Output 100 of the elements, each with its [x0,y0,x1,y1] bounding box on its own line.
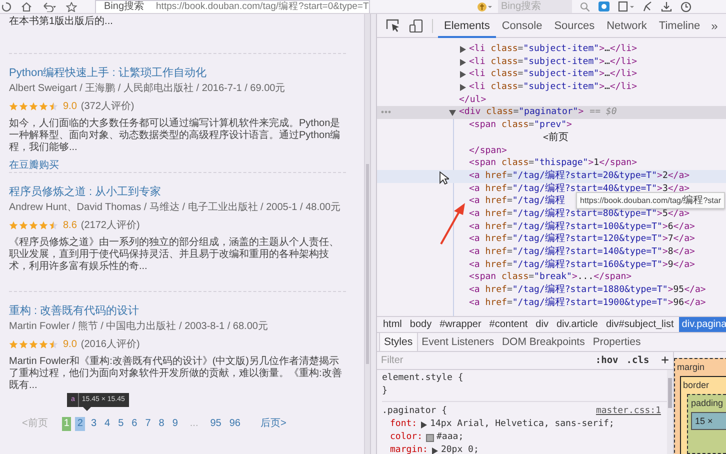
expand-triangle-icon[interactable] [459,46,466,53]
dom-node-text: <a href="/tag/编程?start=1880&type=T">95</a> [469,284,706,296]
dom-tree-row[interactable]: <div class="paginator"> == $0 [377,106,726,120]
breadcrumb-item[interactable]: div [532,316,552,332]
search-engine-menu[interactable]: Bing搜索 [104,0,144,12]
page-number[interactable]: 5 [116,417,126,431]
scrollbar[interactable] [364,14,370,454]
page-number[interactable]: 96 [227,417,242,431]
devtools-tab[interactable]: Sources [548,14,601,38]
buy-link[interactable]: 在豆瓣购买 [9,160,59,171]
stylesheet-link[interactable]: master.css:1 [596,405,661,418]
dom-tree-row[interactable]: </span> [377,144,726,158]
book-description: Martin Fowler和《重构:改善既有代码的设计》(中文版)另几位作者清楚揭示了重构过程，他们为面向对象软件开发所做的贡献，难以衡量。《重构:改善既有... [9,356,343,392]
page-number[interactable]: 3 [88,417,99,431]
app-icon[interactable] [598,1,610,12]
box-model-label: margin [677,361,706,373]
dom-tree-row[interactable]: <前页 [377,132,726,144]
page-number[interactable]: 7 [143,417,153,431]
star-icon [19,220,28,230]
color-swatch[interactable] [426,434,434,442]
dom-tree-row[interactable]: <a href="/tag/编程?start=140&type=T">8</a> [377,246,726,259]
styles-tab[interactable]: DOM Breakpoints [498,333,589,351]
page-number[interactable]: 9 [170,417,180,431]
rating-count: (2172人评价) [80,219,140,232]
breadcrumb-item[interactable]: body [406,316,435,332]
device-icon[interactable] [409,18,423,32]
styles-tab[interactable]: Event Listeners [418,333,498,351]
collapse-triangle-icon[interactable] [449,109,456,116]
home-icon[interactable] [21,2,32,12]
dom-tree-row[interactable]: <a href="/tag/编程?start=1900&type=T">96</a> [377,296,726,310]
styles-tab[interactable]: Properties [588,333,645,351]
dom-tree-row[interactable]: <a href="/tag/编程?start=160&type=T">9</a> [377,258,726,272]
dom-node-text: <span class="break">...</span> [469,271,632,284]
class-toggle[interactable]: .cls [626,355,650,366]
dom-tree-row[interactable]: <a href="/tag/编程?start=1880&type=T">95</a> [377,284,726,297]
breadcrumb-item[interactable]: #wrapper [436,316,484,332]
dom-tree-row[interactable]: <a href="/tag/编程?start=80&type=T">5</a> [377,208,726,221]
pen-icon[interactable] [642,1,653,12]
download-icon[interactable] [661,1,672,12]
dom-node-text: <a href="/tag/编程?start=1900&type=T">96</a> [469,296,706,310]
dom-node-text: <span class="thispage">1</span> [469,157,637,170]
dom-node-text: <a href="/tag/编程?start=100&type=T">6</a> [469,220,695,232]
filter-field[interactable]: Filter [381,355,588,366]
search-icon[interactable] [580,2,590,12]
css-selector: element.style { [382,372,464,385]
expand-triangle-icon[interactable] [459,84,466,91]
dom-tree-row[interactable]: <span class="break">...</span> [377,271,726,284]
devtools-tab[interactable]: Timeline [652,14,706,38]
refresh-icon[interactable] [2,2,11,12]
clock-icon[interactable] [680,1,691,12]
next-page-link[interactable]: 后页> [260,417,286,431]
styles-tab[interactable]: Styles [379,333,418,351]
breadcrumb-item[interactable]: #content [486,316,531,332]
css-brace: } [382,385,388,398]
link-tooltip: https://book.douban.com/tag/编程?star [576,192,725,210]
dom-tree-row[interactable]: <span class="thispage">1</span> [377,157,726,170]
dom-tree-row[interactable]: <li class="subject-item">…</li> [377,56,726,68]
css-value: 20px 0; [440,444,479,454]
new-rule-button[interactable]: + [661,353,669,368]
dom-tree-row[interactable]: <li class="subject-item">…</li> [377,68,726,82]
window-icon[interactable] [618,1,634,12]
search-field[interactable]: Bing搜索 [498,0,572,13]
dom-tree-row[interactable]: <a href="/tag/编程 https://book.douban.com/tag/编程?star [377,195,726,208]
expand-triangle-icon[interactable] [430,446,438,454]
address-bar[interactable]: Bing搜索 https://book.douban.com/tag/编程?start=0&type=T [95,0,370,13]
book-title-link[interactable]: 程序员修炼之道 : 从小工到专家 [9,185,346,199]
breadcrumb-item[interactable]: html [380,316,405,332]
dom-tree-row[interactable]: <span class="prev"> [377,119,726,132]
dom-tree-row[interactable]: </ul> [377,94,726,106]
star-outline-icon[interactable] [66,2,77,12]
devtools-tab[interactable]: Network [600,14,653,38]
breadcrumb-item[interactable]: div.article [553,316,601,332]
more-tabs-button[interactable]: » [706,18,723,32]
book-title-link[interactable]: 重构 : 改善既有代码的设计 [9,304,346,318]
page-number[interactable]: 6 [130,417,140,431]
undo-icon[interactable] [42,2,56,12]
scrollbar[interactable] [667,370,673,454]
extension-icon[interactable] [476,1,492,12]
book-title-link[interactable]: Python编程快速上手 : 让繁琐工作自动化 [9,66,346,80]
dom-tree-row[interactable]: <a href="/tag/编程?start=120&type=T">7</a> [377,233,726,246]
dom-node-text: <a href="/tag/编程?start=20&type=T">2</a> [469,170,690,182]
dom-tree-row[interactable]: <a href="/tag/编程?start=20&type=T">2</a> [377,170,726,183]
css-property: margin: [390,444,428,454]
devtools-tab[interactable]: Elements [438,14,496,38]
page-number[interactable]: 8 [156,417,166,431]
expand-triangle-icon[interactable] [459,71,466,78]
page-number[interactable]: 95 [208,417,224,431]
star-icon [19,102,28,110]
hover-state-toggle[interactable]: :hov [595,355,618,366]
url-text: https://book.douban.com/tag/编程?start=0&type=T [156,0,369,12]
dom-tree-row[interactable]: <a href="/tag/编程?start=100&type=T">6</a> [377,220,726,234]
star-icon [49,340,58,348]
expand-triangle-icon[interactable] [459,58,466,66]
dom-tree-row[interactable]: <li class="subject-item">…</li> [377,81,726,94]
page-number[interactable]: 4 [102,417,112,431]
breadcrumb-item[interactable]: div#subject_list [602,316,677,332]
expand-triangle-icon[interactable] [420,420,428,428]
inspect-icon[interactable] [386,19,400,32]
devtools-tab[interactable]: Console [496,14,548,38]
dom-tree-row[interactable]: <li class="subject-item">…</li> [377,43,726,56]
